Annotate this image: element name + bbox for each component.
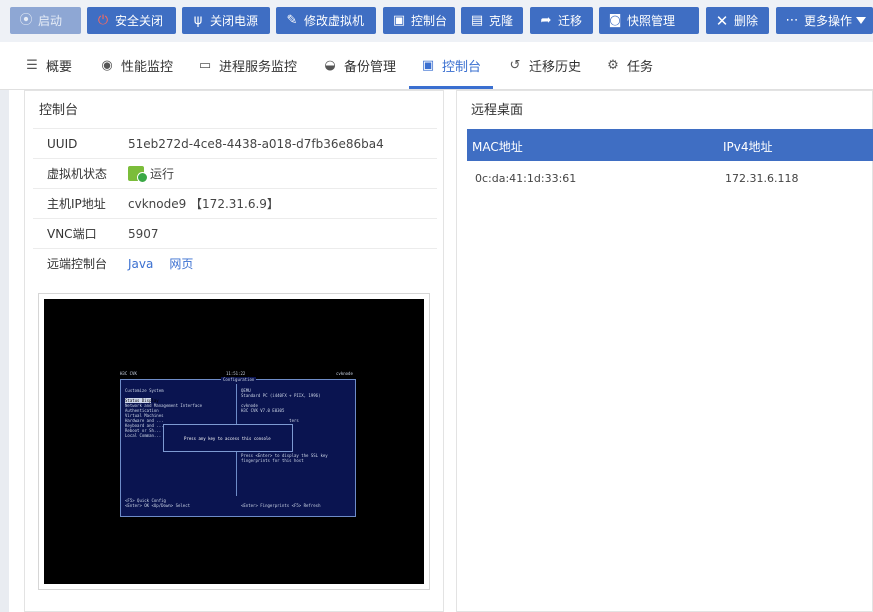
clone-icon: ▤: [470, 12, 484, 28]
task-gear-icon: ⚙: [607, 57, 619, 73]
vm-status-value: 运行: [128, 165, 175, 183]
term-popup-text: Press any key to access this console: [184, 436, 271, 441]
console-screen[interactable]: H3C CVK 11:51:22 cvknode Configuration C…: [44, 299, 424, 584]
delete-button[interactable]: ✕ 删除: [706, 7, 769, 34]
more-actions-button[interactable]: ⋯ 更多操作: [776, 7, 873, 34]
term-footer-left: <F5> Quick Config <Enter> OK <Up/Down> S…: [125, 498, 191, 508]
term-config-box: Configuration Customize System Status Di…: [120, 377, 356, 517]
console-icon: ▣: [392, 12, 406, 28]
tab-migration-history[interactable]: ↺ 迁移历史: [507, 56, 581, 76]
backup-icon: ◒: [324, 57, 336, 73]
remote-console-links: Java 网页: [128, 255, 209, 272]
term-header-right: cvknode: [336, 371, 353, 376]
tab-process-service[interactable]: ▭ 进程服务监控: [197, 56, 297, 76]
monitor-icon: ▭: [198, 57, 212, 73]
left-edge-strip: [0, 90, 9, 612]
console-preview-frame: H3C CVK 11:51:22 cvknode Configuration C…: [38, 293, 430, 590]
console-panel-title: 控制台: [39, 103, 79, 118]
close-icon: ✕: [715, 11, 729, 30]
migrate-arrow-icon: ➦: [540, 12, 552, 28]
vnc-port-label: VNC端口: [47, 227, 97, 241]
vnc-port-row: VNC端口 5907: [33, 218, 437, 248]
plug-icon: ψ: [193, 12, 203, 28]
uuid-row: UUID 51eb272d-4ce8-4438-a018-d7fb36e86ba…: [33, 128, 437, 158]
clone-button[interactable]: ▤ 克隆: [461, 7, 523, 34]
play-circle-icon: ⦿: [19, 12, 33, 28]
vm-status-label: 虚拟机状态: [47, 167, 108, 181]
tab-backup[interactable]: ◒ 备份管理: [322, 56, 396, 76]
term-header-left: H3C CVK: [120, 371, 137, 376]
mac-column-header: MAC地址: [472, 140, 523, 154]
remote-desktop-title: 远程桌面: [471, 103, 524, 118]
term-footer-right: <Enter> Fingerprints <F5> Refresh: [241, 503, 321, 508]
ipv4-address-cell: 172.31.6.118: [725, 172, 799, 185]
more-icon: ⋯: [785, 12, 799, 28]
term-box-title: Configuration: [221, 377, 257, 382]
tab-console[interactable]: ▣ 控制台: [420, 56, 481, 76]
history-icon: ↺: [509, 57, 521, 73]
safe-shutdown-button[interactable]: ⏻ 安全关闭: [87, 7, 176, 34]
power-off-button[interactable]: ψ 关闭电源: [182, 7, 270, 34]
host-ip-row: 主机IP地址 cvknode9 【172.31.6.9】: [33, 188, 437, 218]
web-console-link[interactable]: 网页: [169, 255, 193, 272]
chevron-down-icon: [856, 17, 867, 24]
vm-running-icon: [128, 166, 148, 183]
table-row[interactable]: 0c:da:41:1d:33:61 172.31.6.118: [467, 161, 873, 191]
edit-icon: ✎: [286, 12, 298, 28]
vm-status-row: 虚拟机状态 运行: [33, 158, 437, 188]
power-icon: ⏻: [97, 12, 109, 28]
uuid-value: 51eb272d-4ce8-4438-a018-d7fb36e86ba4: [128, 136, 384, 151]
migrate-button[interactable]: ➦ 迁移: [530, 7, 593, 34]
camera-icon: ◙: [608, 12, 622, 28]
tab-overview[interactable]: ☰ 概要: [24, 56, 72, 76]
term-access-popup: Press any key to access this console: [163, 424, 293, 452]
snapshot-manage-button[interactable]: ◙ 快照管理: [599, 7, 699, 34]
uuid-label: UUID: [47, 136, 78, 151]
console-button[interactable]: ▣ 控制台: [383, 7, 455, 34]
tab-tasks[interactable]: ⚙ 任务: [605, 56, 653, 76]
detail-tabs: ☰ 概要 ◉ 性能监控 ▭ 进程服务监控 ◒ 备份管理 ▣ 控制台 ↺ 迁移历史…: [0, 42, 873, 90]
vnc-port-value: 5907: [128, 226, 159, 241]
gauge-icon: ◉: [101, 57, 113, 73]
java-console-link[interactable]: Java: [128, 257, 153, 271]
mac-address-cell: 0c:da:41:1d:33:61: [475, 172, 577, 185]
start-button[interactable]: ⦿ 启动: [10, 7, 81, 34]
active-tab-indicator: [409, 86, 493, 89]
vm-status-text: 运行: [150, 167, 175, 181]
remote-console-label: 远端控制台: [47, 257, 108, 271]
host-ip-value: cvknode9 【172.31.6.9】: [128, 197, 279, 211]
remote-desktop-panel: 远程桌面 MAC地址 IPv4地址 0c:da:41:1d:33:61 172.…: [456, 90, 873, 612]
console-icon: ▣: [421, 57, 435, 73]
host-ip-label: 主机IP地址: [47, 197, 106, 211]
action-toolbar: ⦿ 启动 ⏻ 安全关闭 ψ 关闭电源 ✎ 修改虚拟机 ▣ 控制台 ▤ 克隆 ➦ …: [0, 0, 873, 42]
remote-console-row: 远端控制台 Java 网页: [33, 248, 437, 278]
term-header-time: 11:51:22: [226, 371, 246, 376]
remote-table-header: MAC地址 IPv4地址: [467, 129, 873, 161]
ipv4-column-header: IPv4地址: [723, 140, 773, 154]
edit-vm-button[interactable]: ✎ 修改虚拟机: [276, 7, 376, 34]
tab-performance[interactable]: ◉ 性能监控: [99, 56, 173, 76]
list-icon: ☰: [26, 57, 38, 73]
